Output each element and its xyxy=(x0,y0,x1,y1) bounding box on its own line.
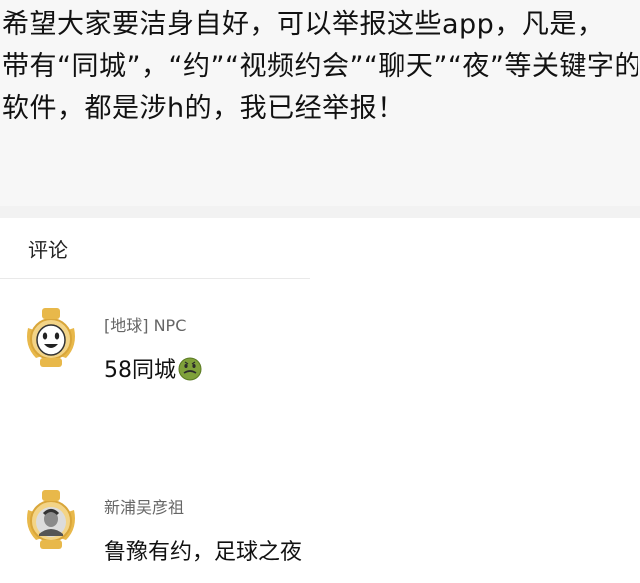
nauseated-face-icon xyxy=(178,357,202,387)
post-text: 希望大家要洁身自好，可以举报这些app，凡是， 带有“同城”，“约”“视频约会”… xyxy=(2,4,638,130)
comment-text-content: 58同城 xyxy=(104,358,176,383)
comment-author[interactable]: [地球] NPC xyxy=(104,312,186,336)
avatar-badge-icon xyxy=(27,490,75,549)
comments-heading: 评论 xyxy=(28,238,68,262)
section-divider xyxy=(0,206,640,218)
comment-text: 58同城 xyxy=(104,352,202,387)
comment-author[interactable]: 新浦吴彦祖 xyxy=(104,494,184,518)
comment-text: 鲁豫有约，足球之夜 xyxy=(104,540,303,565)
heading-rule xyxy=(0,278,310,279)
post-line-2: 带有“同城”，“约”“视频约会”“聊天”“夜”等关键字的 xyxy=(2,51,638,82)
avatar[interactable] xyxy=(22,488,80,550)
post-line-1: 希望大家要洁身自好，可以举报这些app，凡是， xyxy=(2,9,605,40)
avatar[interactable] xyxy=(22,306,80,368)
avatar-badge-icon xyxy=(27,308,75,367)
post-line-3: 软件，都是涉h的，我已经举报！ xyxy=(2,93,405,124)
post-body: 希望大家要洁身自好，可以举报这些app，凡是， 带有“同城”，“约”“视频约会”… xyxy=(0,0,640,206)
